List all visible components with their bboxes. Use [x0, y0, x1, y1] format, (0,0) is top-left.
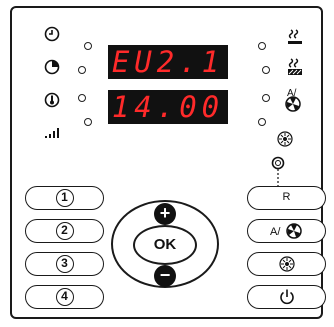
display-bottom: 14.00: [108, 90, 228, 124]
display-top: EU2.1: [108, 45, 228, 79]
program-button-1[interactable]: 1: [25, 186, 104, 210]
power-icon: [279, 289, 294, 305]
svg-text:A/: A/: [270, 226, 281, 238]
program-number-1: 1: [55, 189, 74, 207]
status-led-6: [262, 66, 270, 74]
program-number-4: 4: [55, 288, 74, 306]
thermometer-icon: [44, 92, 60, 108]
reset-label: R: [282, 191, 291, 203]
status-led-8: [258, 118, 266, 126]
auto-fan-icon: A/: [270, 223, 302, 239]
status-led-1: [84, 42, 92, 50]
plus-button[interactable]: +: [154, 203, 176, 225]
fan-icon: [277, 131, 293, 147]
status-led-7: [262, 94, 270, 102]
program-button-4[interactable]: 4: [25, 285, 104, 309]
program-number-2: 2: [55, 222, 74, 240]
minus-button[interactable]: −: [154, 265, 176, 287]
status-led-3: [78, 94, 86, 102]
heating-hatched-icon: [288, 58, 302, 75]
auto-fan-button[interactable]: A/: [247, 219, 326, 243]
status-led-5: [258, 42, 266, 50]
heating-icon: [288, 29, 302, 44]
program-number-3: 3: [55, 255, 74, 273]
status-led-2: [78, 66, 86, 74]
ok-button[interactable]: OK: [133, 225, 197, 265]
fan-button[interactable]: [247, 252, 326, 276]
status-led-4: [84, 118, 92, 126]
fan-icon: [278, 256, 295, 272]
reset-button[interactable]: R: [247, 186, 326, 210]
clock-icon: [44, 26, 60, 42]
program-button-3[interactable]: 3: [25, 252, 104, 276]
signal-bars-icon: [45, 128, 59, 138]
timer-icon: [44, 59, 60, 75]
auto-fan-icon: A/: [285, 88, 301, 112]
power-button[interactable]: [247, 285, 326, 309]
program-button-2[interactable]: 2: [25, 219, 104, 243]
